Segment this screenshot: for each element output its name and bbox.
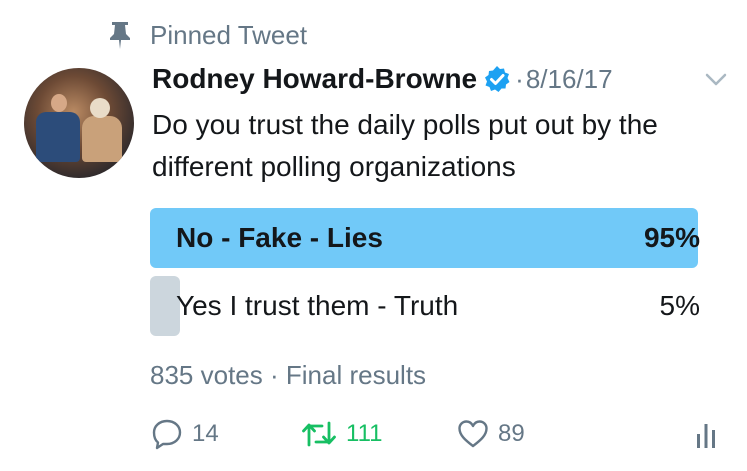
poll-option-label: Yes I trust them - Truth [176,290,459,321]
verified-badge-icon [485,66,510,92]
poll-option-percent: 95% [643,222,700,253]
poll-vote-count: 835 votes [150,360,263,390]
analytics-icon[interactable] [694,420,718,450]
retweet-icon [302,421,336,447]
reply-count: 14 [192,420,219,447]
pinned-tweet-header: Pinned Tweet [108,18,307,52]
tweet-actions: 14 111 89 [0,414,747,454]
poll-option-percent: 5% [659,290,700,321]
poll-option-loser: Yes I trust them - Truth 5% [150,276,700,336]
poll-option-winner: No - Fake - Lies 95% [150,208,700,268]
tweet-header: Rodney Howard-Browne · 8/16/17 [152,60,613,98]
poll-meta-separator: · [269,360,279,390]
like-count: 89 [498,420,525,447]
poll-status: Final results [285,360,427,390]
pin-icon [110,22,130,49]
author-name[interactable]: Rodney Howard-Browne [152,63,477,95]
tweet-text: Do you trust the daily polls put out by … [152,109,658,182]
heart-icon [458,420,488,448]
retweet-button[interactable]: 111 [300,414,382,454]
date-separator: · [515,63,524,94]
chevron-down-icon[interactable] [704,72,728,88]
poll-option-label: No - Fake - Lies [176,222,383,253]
pinned-label: Pinned Tweet [150,19,308,50]
like-button[interactable]: 89 [456,414,525,454]
tweet-date[interactable]: 8/16/17 [526,64,613,95]
avatar[interactable] [24,68,134,178]
retweet-count: 111 [346,420,383,447]
poll-meta: 835 votes · Final results [150,360,426,391]
reply-button[interactable]: 14 [150,414,219,454]
reply-icon [152,419,182,450]
